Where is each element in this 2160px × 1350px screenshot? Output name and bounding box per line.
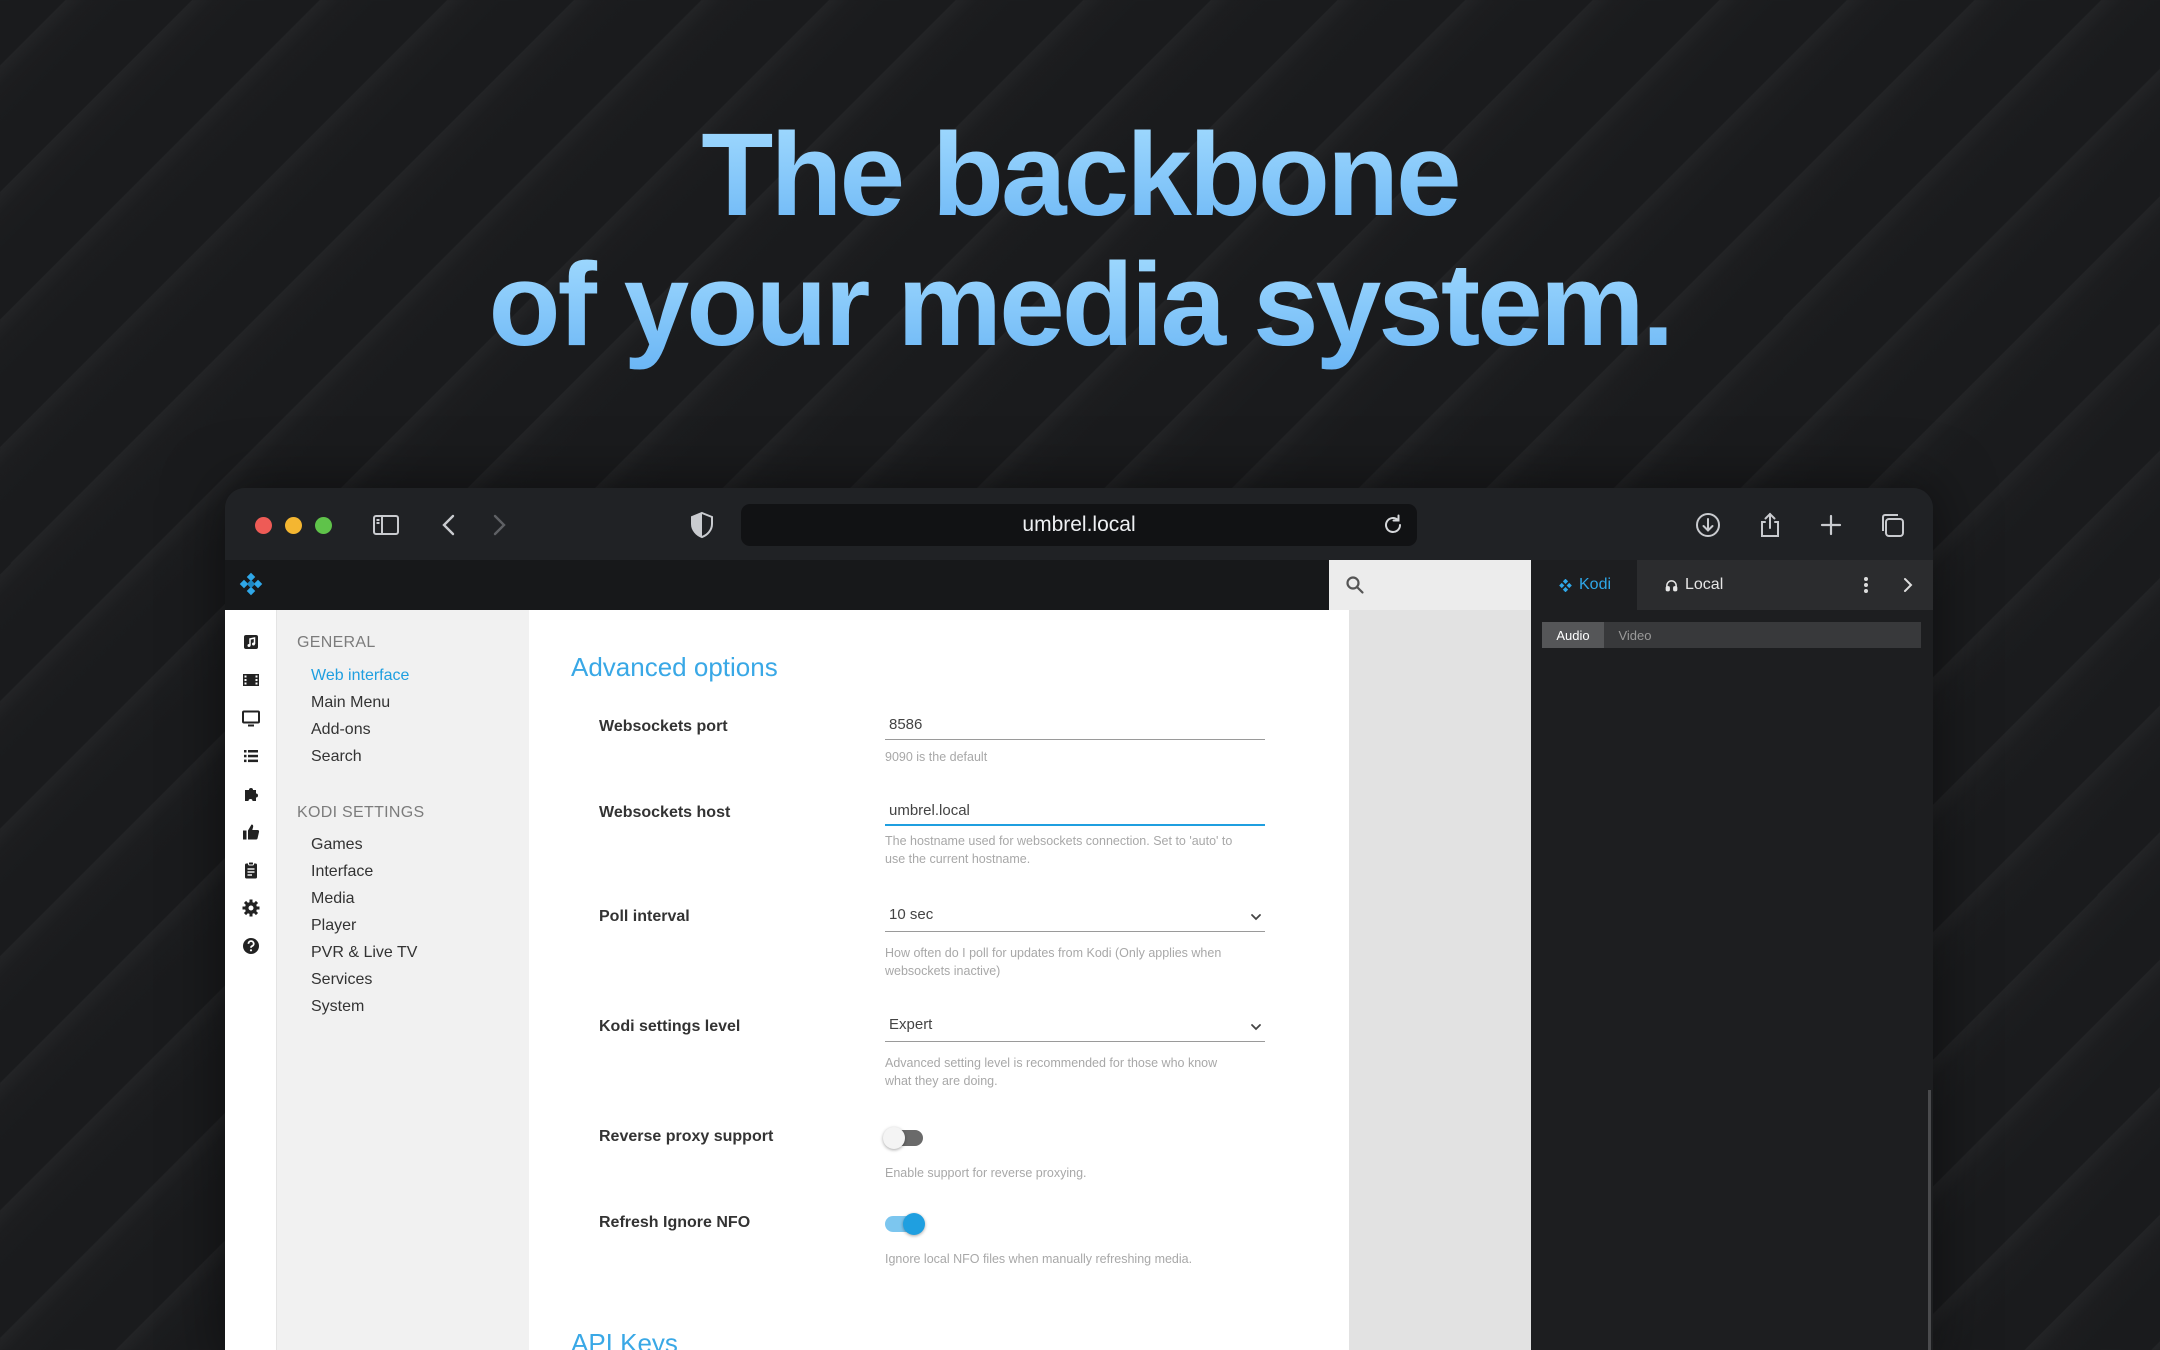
main-icon-rail xyxy=(225,610,277,1350)
refresh-ignore-nfo-hint: Ignore local NFO files when manually ref… xyxy=(885,1252,1193,1266)
tv-icon[interactable] xyxy=(241,708,261,728)
settings-content: Advanced options Websockets port 9090 is… xyxy=(529,610,1349,1350)
nav-item-pvr-live-tv[interactable]: PVR & Live TV xyxy=(311,944,417,962)
shield-icon[interactable] xyxy=(685,508,719,542)
settings-sidebar: GENERAL Web interface Main Menu Add-ons … xyxy=(277,610,529,1350)
download-icon[interactable] xyxy=(1691,508,1725,542)
forward-icon[interactable] xyxy=(481,508,515,542)
address-bar[interactable]: umbrel.local xyxy=(741,504,1417,546)
media-type-tabs: Audio Video xyxy=(1542,622,1921,648)
reverse-proxy-label: Reverse proxy support xyxy=(599,1128,774,1145)
kodi-small-icon xyxy=(1559,578,1572,592)
nav-item-media[interactable]: Media xyxy=(311,890,355,908)
hero-line-1: The backbone xyxy=(0,110,2160,240)
websockets-port-input[interactable] xyxy=(885,710,1265,739)
player-tabs: Kodi Local xyxy=(1531,560,1933,610)
chevron-down-icon xyxy=(1251,914,1261,921)
playlist-icon[interactable] xyxy=(241,746,261,766)
nav-item-games[interactable]: Games xyxy=(311,836,363,854)
movies-icon[interactable] xyxy=(241,670,261,690)
kodi-settings-level-hint: Advanced setting level is recommended fo… xyxy=(885,1054,1265,1090)
close-window-button[interactable] xyxy=(255,517,272,534)
poll-interval-label: Poll interval xyxy=(599,908,690,925)
tab-local[interactable]: Local xyxy=(1637,560,1787,610)
section-title-api-keys: API Keys xyxy=(571,1328,678,1350)
websockets-port-field[interactable] xyxy=(885,710,1265,740)
chevron-down-icon xyxy=(1251,1024,1261,1031)
kodi-settings-level-value: Expert xyxy=(889,1016,933,1033)
panel-scrollbar[interactable] xyxy=(1928,1090,1931,1350)
websockets-host-input[interactable] xyxy=(885,796,1265,824)
websockets-host-label: Websockets host xyxy=(599,804,731,821)
browser-titlebar: umbrel.local xyxy=(225,488,1933,560)
browser-window: umbrel.local Kodi Local Audio Video GENE… xyxy=(225,488,1933,1350)
reload-icon[interactable] xyxy=(1381,513,1405,537)
search-input[interactable] xyxy=(1329,560,1531,610)
kodi-topbar xyxy=(225,560,1329,610)
kodi-logo-icon[interactable] xyxy=(237,572,265,600)
nav-item-web-interface[interactable]: Web interface xyxy=(311,667,409,685)
search-icon xyxy=(1346,576,1364,594)
back-icon[interactable] xyxy=(433,508,467,542)
hero-line-2: of your media system. xyxy=(0,240,2160,370)
nav-item-system[interactable]: System xyxy=(311,998,364,1016)
kodi-settings-level-label: Kodi settings level xyxy=(599,1018,741,1035)
url-text: umbrel.local xyxy=(1022,513,1136,536)
thumbs-up-icon[interactable] xyxy=(241,822,261,842)
tab-kodi-label: Kodi xyxy=(1579,576,1612,593)
poll-interval-select[interactable]: 10 sec xyxy=(885,902,1265,932)
kodi-settings-level-hint-line-2: what they are doing. xyxy=(885,1074,998,1088)
nav-item-services[interactable]: Services xyxy=(311,971,372,989)
kodi-settings-level-select[interactable]: Expert xyxy=(885,1012,1265,1042)
reverse-proxy-hint: Enable support for reverse proxying. xyxy=(885,1166,1087,1180)
headphones-icon xyxy=(1665,579,1678,591)
nav-item-search[interactable]: Search xyxy=(311,748,362,766)
content-side-gutter xyxy=(1349,610,1531,1350)
minimize-window-button[interactable] xyxy=(285,517,302,534)
nav-heading-kodi-settings: KODI SETTINGS xyxy=(297,804,425,821)
poll-interval-hint: How often do I poll for updates from Kod… xyxy=(885,944,1265,980)
clipboard-icon[interactable] xyxy=(241,860,261,880)
nav-heading-general: GENERAL xyxy=(297,634,376,651)
tabs-overview-icon[interactable] xyxy=(1875,508,1909,542)
tab-kodi[interactable]: Kodi xyxy=(1531,560,1637,610)
websockets-port-label: Websockets port xyxy=(599,718,728,735)
player-panel: Kodi Local Audio Video xyxy=(1531,560,1933,1350)
reverse-proxy-toggle[interactable] xyxy=(883,1127,923,1149)
nav-item-main-menu[interactable]: Main Menu xyxy=(311,694,390,712)
section-title-advanced-options: Advanced options xyxy=(571,652,778,682)
nav-item-addons[interactable]: Add-ons xyxy=(311,721,371,739)
poll-interval-hint-line-2: websockets inactive) xyxy=(885,964,1001,978)
more-vertical-icon[interactable] xyxy=(1855,574,1877,596)
tab-local-label: Local xyxy=(1685,576,1724,593)
settings-icon[interactable] xyxy=(241,898,261,918)
sidebar-toggle-icon[interactable] xyxy=(369,508,403,542)
websockets-host-hint: The hostname used for websockets connect… xyxy=(885,832,1265,868)
kodi-settings-level-hint-line-1: Advanced setting level is recommended fo… xyxy=(885,1056,1218,1070)
toggle-knob xyxy=(903,1213,925,1235)
help-icon[interactable] xyxy=(241,936,261,956)
share-icon[interactable] xyxy=(1753,508,1787,542)
websockets-host-hint-line-1: The hostname used for websockets connect… xyxy=(885,834,1233,848)
chevron-right-icon[interactable] xyxy=(1897,574,1919,596)
nav-item-player[interactable]: Player xyxy=(311,917,356,935)
hero-headline: The backbone of your media system. xyxy=(0,110,2160,370)
music-icon[interactable] xyxy=(241,632,261,652)
zoom-window-button[interactable] xyxy=(315,517,332,534)
refresh-ignore-nfo-label: Refresh Ignore NFO xyxy=(599,1214,751,1231)
toggle-knob xyxy=(883,1127,905,1149)
websockets-port-hint: 9090 is the default xyxy=(885,750,988,764)
new-tab-icon[interactable] xyxy=(1814,508,1848,542)
websockets-host-field[interactable] xyxy=(885,796,1265,826)
poll-interval-value: 10 sec xyxy=(889,906,934,923)
tab-audio[interactable]: Audio xyxy=(1542,622,1604,648)
refresh-ignore-nfo-toggle[interactable] xyxy=(885,1213,925,1235)
websockets-host-hint-line-2: use the current hostname. xyxy=(885,852,1031,866)
nav-item-interface[interactable]: Interface xyxy=(311,863,373,881)
poll-interval-hint-line-1: How often do I poll for updates from Kod… xyxy=(885,946,1222,960)
tab-video[interactable]: Video xyxy=(1604,622,1666,648)
addons-icon[interactable] xyxy=(241,784,261,804)
